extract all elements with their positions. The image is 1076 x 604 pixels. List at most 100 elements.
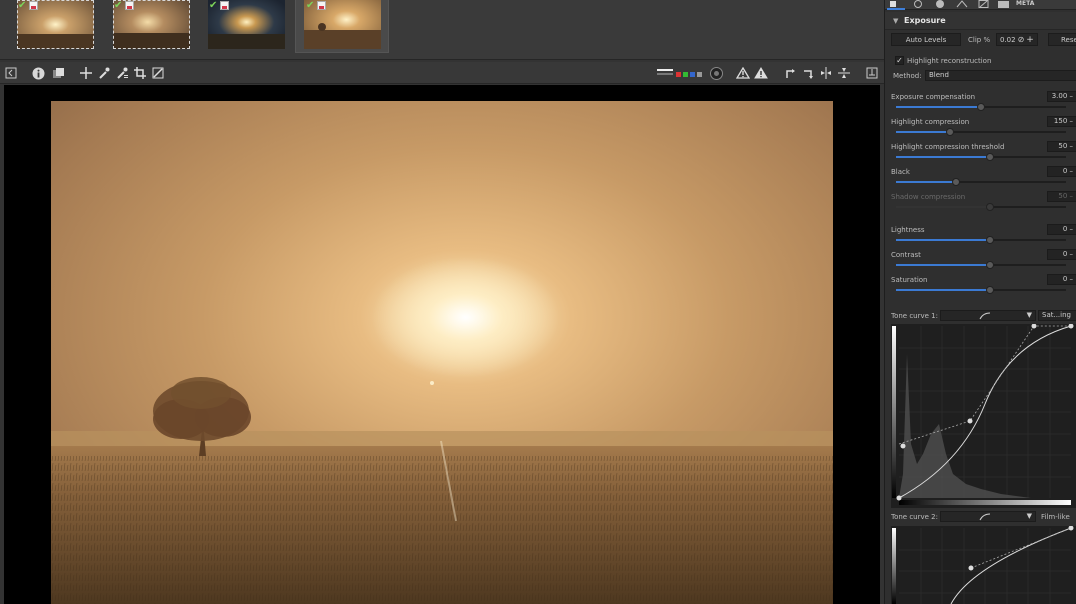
expand-arrow-icon[interactable]: ▼: [893, 17, 898, 25]
tone-curve-1-editor[interactable]: [891, 324, 1076, 508]
contrast-value[interactable]: 0 –: [1047, 249, 1076, 260]
highlight-compression-slider[interactable]: [896, 128, 1066, 136]
slider-fill: [896, 181, 956, 183]
tone-curve-1-type-select[interactable]: ▼: [940, 310, 1036, 321]
reset-circle-icon[interactable]: ⊘: [1018, 35, 1025, 44]
thumbnail-4[interactable]: ✔: [295, 0, 389, 53]
slider-fill: [896, 264, 990, 266]
tab-meta[interactable]: META: [1016, 0, 1034, 7]
editor-toolbar: [0, 62, 884, 84]
tab-advanced[interactable]: [955, 0, 969, 8]
slider-knob[interactable]: [985, 286, 994, 294]
saturation-label: Saturation: [891, 276, 928, 284]
hand-icon[interactable]: [78, 65, 94, 81]
thumbnail-1[interactable]: ✔: [12, 0, 100, 53]
photo-preview: [51, 101, 833, 604]
saturation-slider[interactable]: [896, 286, 1066, 294]
thumbnail-3[interactable]: ✔: [203, 0, 291, 53]
auto-levels-button[interactable]: Auto Levels: [891, 33, 961, 46]
reset-button[interactable]: Rese: [1048, 33, 1076, 46]
lightness-slider[interactable]: [896, 236, 1066, 244]
black-slider[interactable]: [896, 178, 1066, 186]
exposure-compensation-value[interactable]: 3.00 –: [1047, 91, 1076, 102]
crop-icon[interactable]: [132, 65, 148, 81]
dropdown-arrow-icon: ▼: [1026, 512, 1032, 520]
slider-knob[interactable]: [946, 128, 955, 136]
thumbnail-2[interactable]: ✔: [108, 0, 196, 53]
panel-toggle-icon[interactable]: [4, 65, 18, 81]
slider-fill: [896, 131, 951, 133]
plus-icon[interactable]: +: [1026, 35, 1034, 45]
save-status-icon: [220, 1, 229, 10]
slider-knob[interactable]: [951, 178, 960, 186]
active-tab-indicator: [887, 8, 905, 10]
dropdown-arrow-icon: ▼: [1026, 311, 1032, 319]
save-status-icon: [317, 1, 326, 10]
highlight-compression-threshold-label: Highlight compression threshold: [891, 143, 1005, 151]
slider-knob[interactable]: [985, 153, 994, 161]
straighten-icon[interactable]: [150, 65, 166, 81]
highlight-compression-threshold-slider[interactable]: [896, 153, 1066, 161]
flip-vertical-icon[interactable]: [836, 65, 852, 81]
clip-spinbox[interactable]: 0.02 ⊘ +: [996, 33, 1038, 46]
exposure-section-header[interactable]: ▼ Exposure: [885, 12, 1076, 30]
method-select[interactable]: Blend: [925, 70, 1076, 81]
image-viewer[interactable]: [4, 85, 880, 604]
shadow-compression-value[interactable]: 50 –: [1047, 191, 1076, 202]
rotate-left-icon[interactable]: [782, 65, 798, 81]
section-title: Exposure: [904, 16, 946, 25]
focus-mask-icon[interactable]: [656, 65, 674, 81]
exposure-compensation-slider[interactable]: [896, 103, 1066, 111]
lightness-value[interactable]: 0 –: [1047, 224, 1076, 235]
shadow-compression-label: Shadow compression: [891, 193, 966, 201]
save-status-icon: [29, 1, 38, 10]
tool-panel: META ▼ Exposure Auto Levels Clip % 0.02 …: [884, 0, 1076, 604]
flip-horizontal-icon[interactable]: [818, 65, 834, 81]
check-icon: ✔: [209, 0, 218, 11]
curve-type-icon: [979, 312, 991, 320]
black-label: Black: [891, 168, 910, 176]
tone-curve-1-mode-select[interactable]: Sat...ing: [1038, 310, 1076, 321]
lightness-label: Lightness: [891, 226, 925, 234]
editor-main-area: ✔ ✔ ✔ ✔: [0, 0, 884, 604]
shadow-compression-slider[interactable]: [896, 203, 1066, 211]
highlight-compression-value[interactable]: 150 –: [1047, 116, 1076, 127]
curve-type-icon: [979, 513, 991, 521]
panel-collapse-icon[interactable]: [864, 65, 880, 81]
slider-knob[interactable]: [985, 261, 994, 269]
save-status-icon: [125, 1, 134, 10]
slider-knob[interactable]: [985, 236, 994, 244]
slider-fill: [896, 156, 990, 158]
tone-curve-1-label: Tone curve 1:: [891, 312, 938, 320]
slider-fill: [896, 239, 990, 241]
info-icon[interactable]: [30, 65, 46, 81]
saturation-value[interactable]: 0 –: [1047, 274, 1076, 285]
rotate-right-icon[interactable]: [800, 65, 816, 81]
black-value[interactable]: 0 –: [1047, 166, 1076, 177]
tone-curve-2-editor[interactable]: [891, 526, 1076, 604]
preview-mode-icon[interactable]: [708, 65, 724, 81]
before-after-icon[interactable]: [50, 65, 66, 81]
color-picker-icon[interactable]: [114, 65, 130, 81]
method-label: Method:: [893, 72, 922, 80]
slider-knob[interactable]: [977, 103, 985, 111]
contrast-slider[interactable]: [896, 261, 1066, 269]
slider-knob[interactable]: [985, 203, 994, 211]
tone-curve-2-type-select[interactable]: ▼: [940, 511, 1036, 522]
filmstrip: ✔ ✔ ✔ ✔: [0, 0, 884, 60]
tone-curve-2-mode-select[interactable]: Film-like: [1041, 513, 1070, 521]
tab-transform[interactable]: [977, 0, 991, 8]
clip-highlight-warning-icon[interactable]: [735, 65, 751, 81]
tool-tabs: META: [885, 0, 1076, 10]
slider-fill: [896, 106, 981, 108]
tab-color[interactable]: [933, 0, 947, 8]
highlight-reconstruction-checkbox[interactable]: ✓: [895, 56, 904, 65]
clip-shadow-warning-icon[interactable]: [753, 65, 769, 81]
highlight-compression-threshold-value[interactable]: 50 –: [1047, 141, 1076, 152]
channel-rgb-icon[interactable]: [675, 65, 707, 81]
tab-exposure[interactable]: [889, 0, 903, 8]
white-balance-picker-icon[interactable]: [96, 65, 112, 81]
contrast-label: Contrast: [891, 251, 921, 259]
tab-detail[interactable]: [911, 0, 925, 8]
tab-raw[interactable]: [997, 0, 1011, 8]
